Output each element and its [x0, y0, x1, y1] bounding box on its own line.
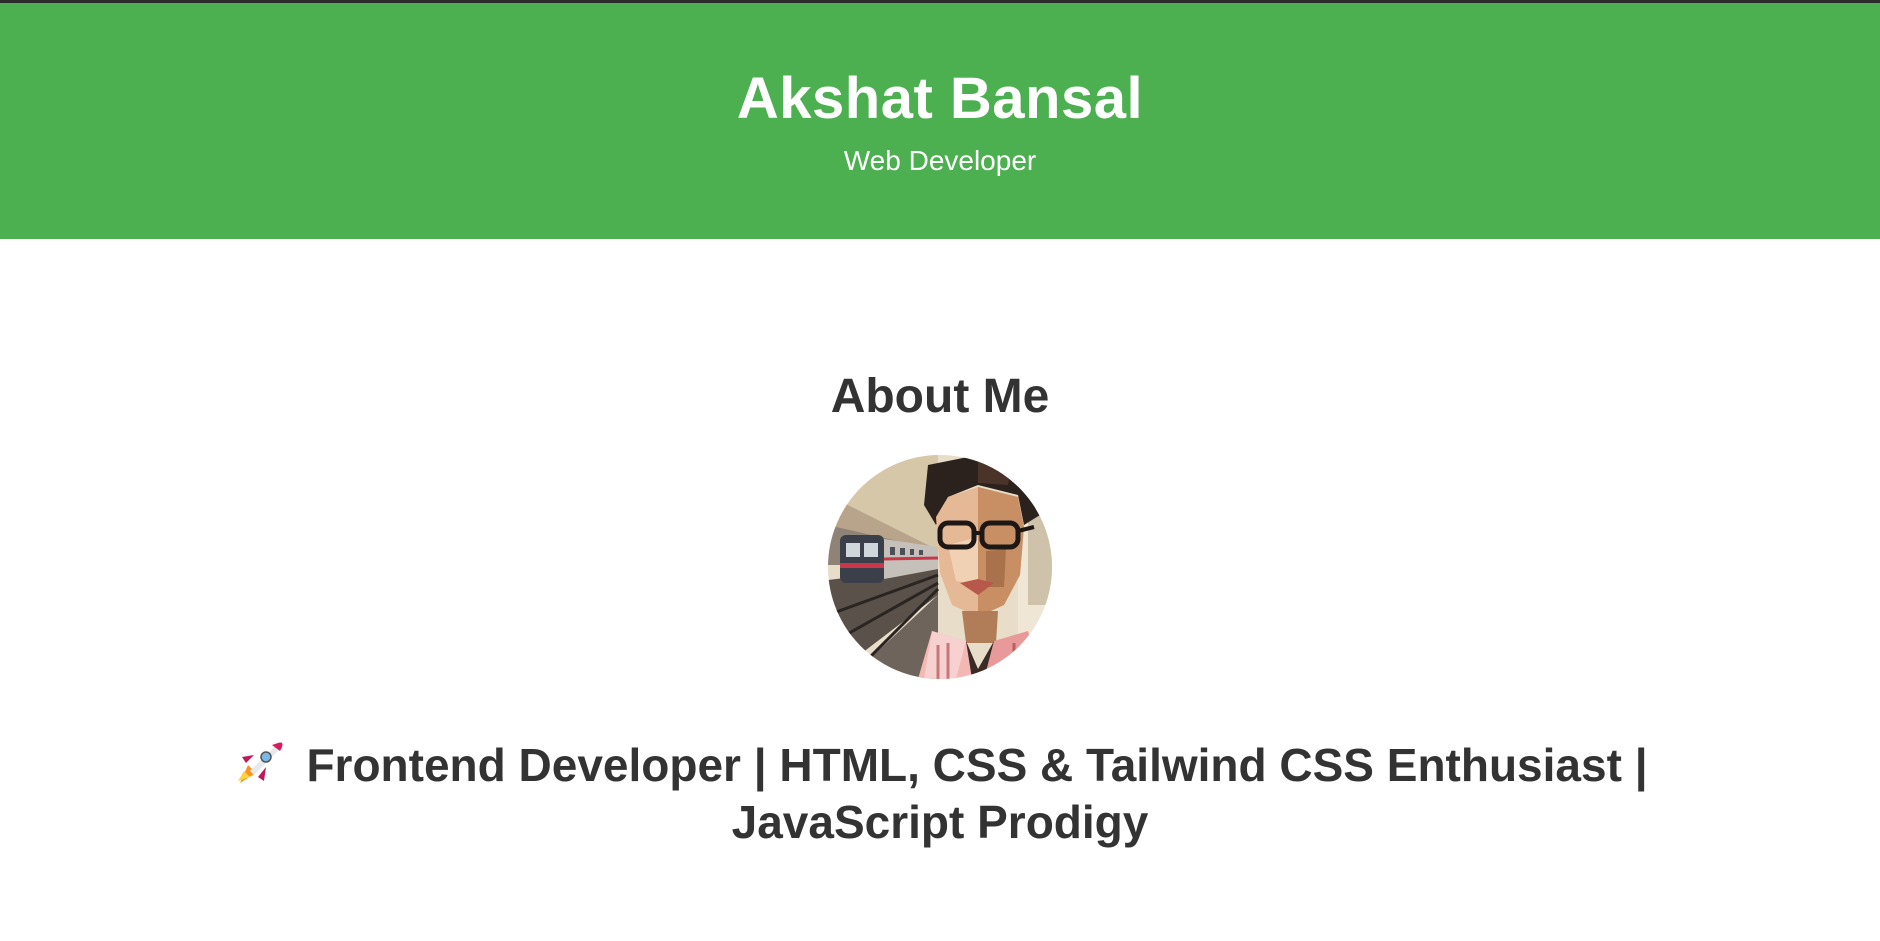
- avatar: [828, 455, 1052, 679]
- site-title: Akshat Bansal: [736, 66, 1144, 131]
- about-section: About Me Frontend Developer | HTML, CSS …: [0, 239, 1880, 851]
- avatar-illustration: [828, 455, 1052, 679]
- rocket-icon: [232, 737, 286, 787]
- tagline-text: Frontend Developer | HTML, CSS & Tailwin…: [306, 739, 1648, 848]
- site-subtitle: Web Developer: [843, 145, 1037, 176]
- section-heading: About Me: [830, 370, 1050, 423]
- tagline: Frontend Developer | HTML, CSS & Tailwin…: [180, 737, 1700, 851]
- site-header: Akshat Bansal Web Developer: [0, 3, 1880, 239]
